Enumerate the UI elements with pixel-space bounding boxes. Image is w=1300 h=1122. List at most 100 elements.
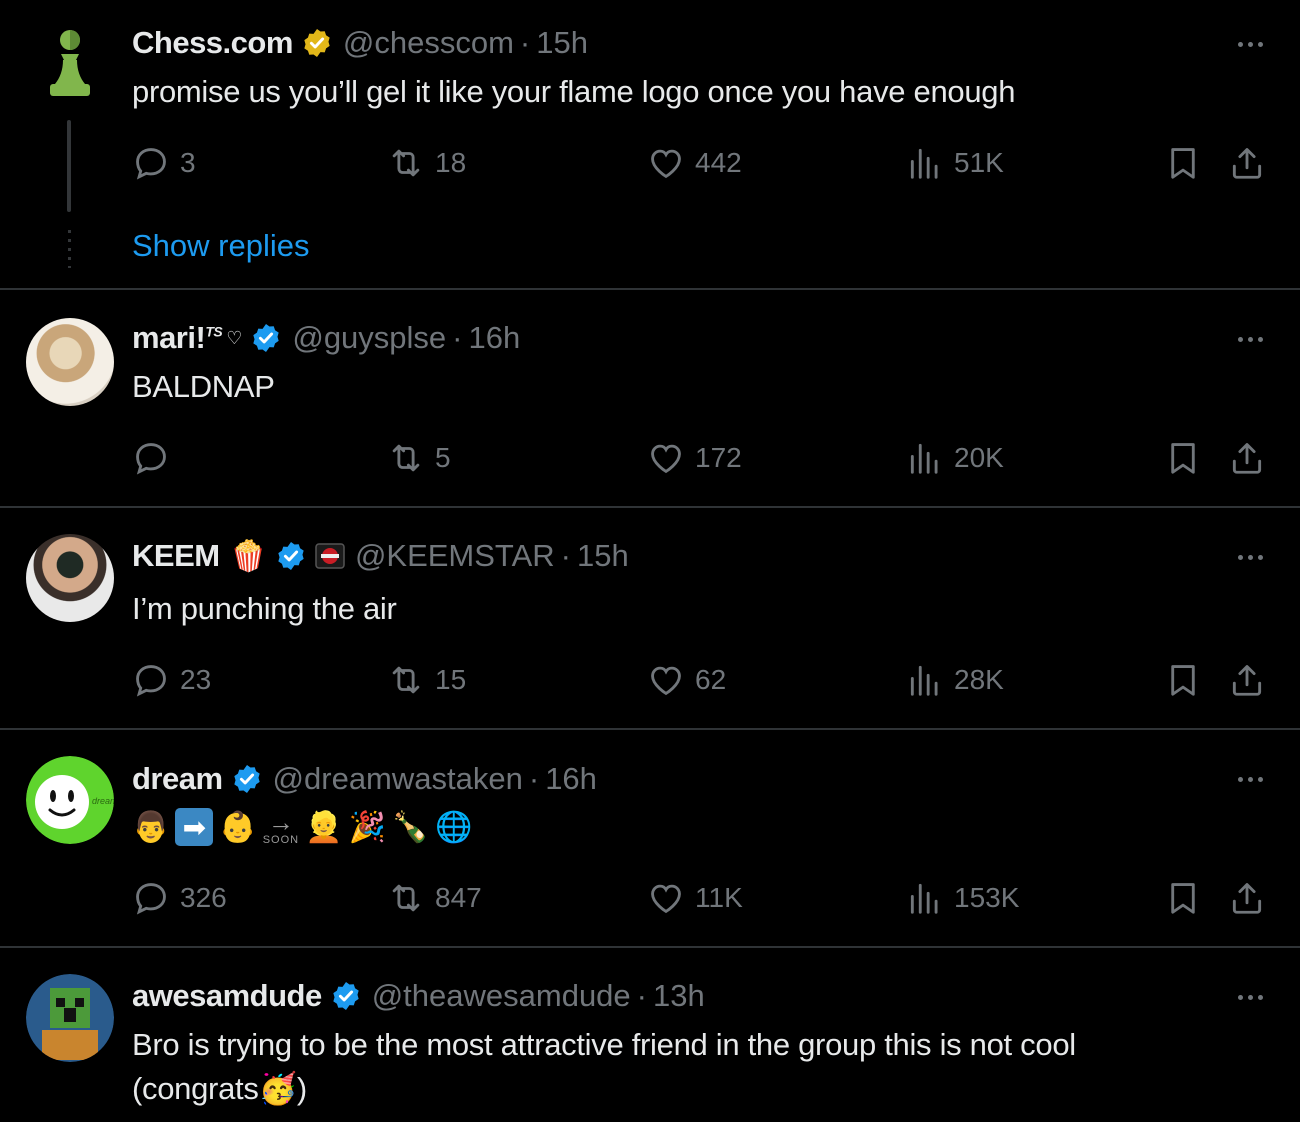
- retweet-count: 847: [435, 882, 482, 913]
- like-count: 172: [695, 442, 742, 473]
- like-count: 62: [695, 664, 727, 695]
- timestamp[interactable]: 13h: [653, 978, 705, 1014]
- separator-dot: ·: [519, 25, 531, 60]
- retweet-icon: [387, 661, 425, 699]
- views-button[interactable]: 20K: [906, 439, 1004, 477]
- tweet-header: dream @dreamwastaken · 16h: [132, 759, 597, 799]
- reply-button[interactable]: 23: [132, 661, 211, 699]
- retweet-button[interactable]: 15: [387, 661, 466, 699]
- share-button[interactable]: [1228, 144, 1266, 182]
- share-icon: [1228, 661, 1266, 699]
- author-name[interactable]: Chess.com: [132, 25, 293, 61]
- tweet-text-line-2: (congrats🥳): [132, 1071, 307, 1106]
- author-name[interactable]: awesamdude: [132, 978, 322, 1014]
- tweet-chesscom[interactable]: Chess.com @chesscom · 15h promise us you…: [0, 0, 1300, 290]
- reply-icon: [132, 439, 170, 477]
- retweet-icon: [387, 144, 425, 182]
- svg-text:dream: dream: [92, 796, 114, 806]
- timestamp[interactable]: 16h: [469, 320, 521, 356]
- bookmark-button[interactable]: [1164, 439, 1202, 477]
- tweet-text: promise us you’ll gel it like your flame…: [132, 74, 1016, 109]
- more-options-icon[interactable]: [1230, 552, 1270, 562]
- reply-button[interactable]: 3: [132, 144, 196, 182]
- awesamdude-avatar[interactable]: [26, 974, 114, 1062]
- baby-emoji: 👶: [219, 810, 257, 844]
- bookmark-button[interactable]: [1164, 144, 1202, 182]
- heart-icon: [647, 879, 685, 917]
- tweet-header: KEEM 🍿 @KEEMSTAR · 15h: [132, 536, 629, 576]
- author-handle[interactable]: @chesscom: [343, 25, 514, 61]
- tweet-actions: 3 18 442 51K: [132, 144, 1272, 184]
- reply-icon: [132, 879, 170, 917]
- tweet-actions: 23 15 62 28K: [132, 661, 1272, 701]
- tweet-text: Bro is trying to be the most attractive …: [132, 1023, 1232, 1111]
- more-options-icon[interactable]: [1230, 774, 1270, 784]
- author-handle[interactable]: @theawesamdude: [372, 978, 631, 1014]
- blue-verified-icon[interactable]: [275, 540, 307, 572]
- views-icon: [906, 144, 944, 182]
- share-icon: [1228, 144, 1266, 182]
- view-count: 153K: [954, 882, 1020, 913]
- retweet-count: 18: [435, 147, 467, 178]
- timestamp[interactable]: 15h: [536, 25, 588, 61]
- like-count: 11K: [695, 882, 743, 913]
- retweet-count: 15: [435, 664, 467, 695]
- separator-dot: ·: [560, 538, 571, 573]
- more-options-icon[interactable]: [1230, 992, 1270, 1002]
- tweet-keem[interactable]: KEEM 🍿 @KEEMSTAR · 15h I’m punching the …: [0, 508, 1300, 730]
- chess-pawn-avatar-icon[interactable]: [44, 28, 96, 100]
- blue-verified-icon[interactable]: [250, 322, 282, 354]
- author-handle[interactable]: @guysplse: [292, 320, 446, 356]
- view-count: 51K: [954, 147, 1004, 178]
- share-button[interactable]: [1228, 661, 1266, 699]
- reply-button[interactable]: 326: [132, 879, 227, 917]
- party-popper-emoji: 🎉: [348, 810, 386, 844]
- tweet-header: Chess.com @chesscom · 15h: [132, 23, 588, 63]
- timestamp[interactable]: 16h: [545, 761, 597, 797]
- tweet-mari[interactable]: mari!TS ♡ @guysplse · 16h BALDNAP 5 172 …: [0, 290, 1300, 508]
- retweet-button[interactable]: 18: [387, 144, 466, 182]
- bookmark-button[interactable]: [1164, 661, 1202, 699]
- tweet-awesamdude[interactable]: awesamdude @theawesamdude · 13h Bro is t…: [0, 948, 1300, 1122]
- author-name[interactable]: mari!TS: [132, 320, 223, 356]
- share-button[interactable]: [1228, 879, 1266, 917]
- reply-button[interactable]: [132, 439, 180, 477]
- bookmark-icon: [1164, 661, 1202, 699]
- blue-verified-icon[interactable]: [231, 763, 263, 795]
- blue-verified-icon[interactable]: [330, 980, 362, 1012]
- more-options-icon[interactable]: [1230, 334, 1270, 344]
- dream-avatar[interactable]: dream: [26, 756, 114, 844]
- heart-icon: [647, 439, 685, 477]
- like-button[interactable]: 11K: [647, 879, 743, 917]
- author-handle[interactable]: @KEEMSTAR: [355, 538, 555, 574]
- author-name[interactable]: KEEM: [132, 538, 220, 574]
- views-button[interactable]: 153K: [906, 879, 1019, 917]
- more-options-icon[interactable]: [1230, 39, 1270, 49]
- views-button[interactable]: 28K: [906, 661, 1004, 699]
- avatar[interactable]: [26, 318, 114, 406]
- retweet-count: 5: [435, 442, 451, 473]
- avatar[interactable]: [26, 534, 114, 622]
- view-count: 28K: [954, 664, 1004, 695]
- reply-icon: [132, 661, 170, 699]
- author-name[interactable]: dream: [132, 761, 223, 797]
- separator-dot: ·: [452, 320, 463, 355]
- blond-person-emoji: 👱: [305, 810, 343, 844]
- share-button[interactable]: [1228, 439, 1266, 477]
- views-button[interactable]: 51K: [906, 144, 1004, 182]
- bookmark-icon: [1164, 144, 1202, 182]
- like-button[interactable]: 172: [647, 439, 742, 477]
- like-button[interactable]: 62: [647, 661, 726, 699]
- affiliate-badge-icon[interactable]: [315, 541, 345, 571]
- author-handle[interactable]: @dreamwastaken: [273, 761, 523, 797]
- retweet-button[interactable]: 5: [387, 439, 451, 477]
- bookmark-icon: [1164, 879, 1202, 917]
- timestamp[interactable]: 15h: [577, 538, 629, 574]
- show-replies-link[interactable]: Show replies: [132, 228, 309, 264]
- gold-verified-icon[interactable]: [301, 27, 333, 59]
- like-count: 442: [695, 147, 742, 178]
- like-button[interactable]: 442: [647, 144, 742, 182]
- bookmark-button[interactable]: [1164, 879, 1202, 917]
- soon-arrow-emoji: → SOON: [262, 806, 300, 846]
- retweet-button[interactable]: 847: [387, 879, 482, 917]
